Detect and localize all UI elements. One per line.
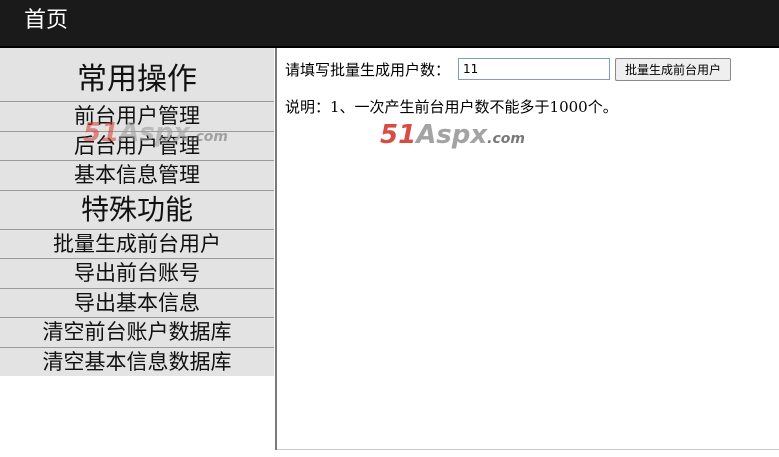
sidebar-item-batch-generate-users[interactable]: 批量生成前台用户	[0, 228, 274, 258]
user-count-input[interactable]	[458, 58, 611, 80]
batch-form-row: 请填写批量生成用户数： 批量生成前台用户	[285, 57, 732, 81]
sidebar-item-basic-info-management[interactable]: 基本信息管理	[0, 160, 274, 190]
watermark-logo: 51Aspx.com	[83, 118, 228, 148]
sidebar-item-clear-info-database[interactable]: 清空基本信息数据库	[0, 346, 274, 376]
sidebar-item-export-basic-info[interactable]: 导出基本信息	[0, 287, 274, 317]
content-bottom-border	[277, 449, 779, 450]
sidebar-section-special-functions: 特殊功能	[0, 189, 274, 229]
instruction-note: 说明：1、一次产生前台用户数不能多于1000个。	[285, 98, 618, 116]
sidebar-section-common-ops: 常用操作	[0, 48, 274, 101]
sidebar-item-clear-account-database[interactable]: 清空前台账户数据库	[0, 317, 274, 347]
sidebar-item-export-frontend-accounts[interactable]: 导出前台账号	[0, 258, 274, 288]
user-count-label: 请填写批量生成用户数：	[285, 60, 451, 79]
page-title: 首页	[24, 8, 69, 33]
top-header-bar: 首页	[0, 0, 779, 48]
sidebar-nav: 常用操作 前台用户管理 后台用户管理 基本信息管理 特殊功能 批量生成前台用户 …	[0, 48, 274, 378]
batch-generate-button[interactable]: 批量生成前台用户	[615, 57, 732, 81]
main-content: 请填写批量生成用户数： 批量生成前台用户 说明：1、一次产生前台用户数不能多于1…	[277, 48, 779, 449]
watermark-logo: 51Aspx.com	[380, 120, 525, 150]
